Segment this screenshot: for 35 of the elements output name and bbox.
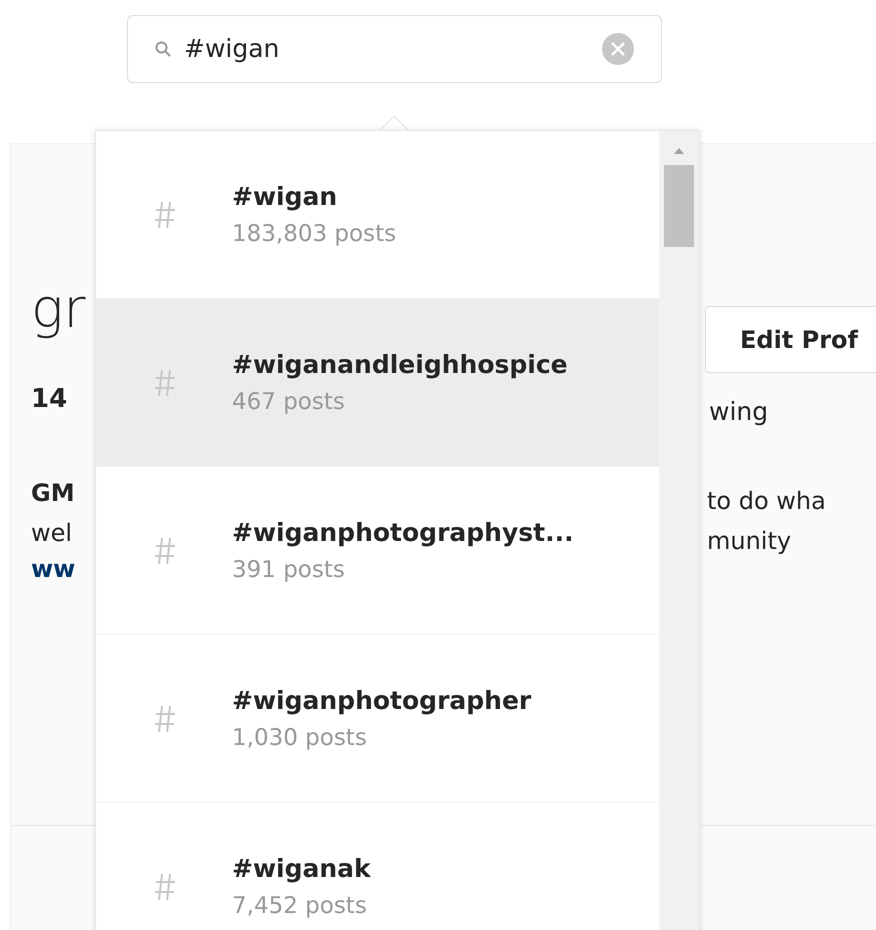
hashtag-result[interactable]: #wiganphotographer 1,030 posts — [96, 635, 659, 803]
bio-text: to do wha — [706, 486, 827, 516]
website-link[interactable]: ww — [31, 551, 96, 587]
hashtag-name: #wiganak — [232, 852, 371, 884]
bio-text: munity — [706, 526, 792, 556]
hashtag-icon — [154, 536, 176, 566]
scroll-up-icon[interactable] — [673, 147, 685, 155]
post-count: 391 posts — [232, 556, 346, 585]
username-text: gr — [31, 282, 87, 342]
post-count: 183,803 posts — [232, 220, 396, 249]
hashtag-icon — [154, 368, 176, 398]
hashtag-result[interactable]: #wigan 183,803 posts — [96, 131, 659, 299]
following-count: wing — [708, 396, 770, 428]
hashtag-name: #wiganphotographer — [232, 684, 532, 716]
hashtag-icon — [154, 200, 176, 230]
search-icon — [154, 40, 172, 58]
post-count: 467 posts — [232, 388, 346, 417]
hashtag-name: #wigan — [232, 180, 338, 212]
hashtag-name: #wiganandleighhospice — [232, 348, 568, 380]
bio-text: wel — [31, 518, 74, 549]
hashtag-icon — [154, 704, 176, 734]
clear-icon[interactable] — [601, 32, 635, 66]
scrollbar[interactable] — [659, 131, 699, 930]
hashtag-icon — [154, 872, 176, 902]
posts-count: 14 — [31, 383, 68, 416]
hashtag-result[interactable]: #wiganandleighhospice 467 posts — [96, 299, 659, 467]
hashtag-result[interactable]: #wiganphotographyst... 391 posts — [96, 467, 659, 635]
post-count: 7,452 posts — [232, 892, 368, 921]
edit-profile-button[interactable]: Edit Prof — [705, 306, 876, 373]
post-count: 1,030 posts — [232, 724, 368, 753]
search-bar[interactable]: #wigan — [127, 15, 662, 83]
bio-text: GM — [31, 478, 76, 509]
scrollbar-thumb[interactable] — [664, 165, 694, 247]
hashtag-name: #wiganphotographyst... — [232, 516, 574, 548]
search-field[interactable]: #wigan — [184, 30, 589, 68]
